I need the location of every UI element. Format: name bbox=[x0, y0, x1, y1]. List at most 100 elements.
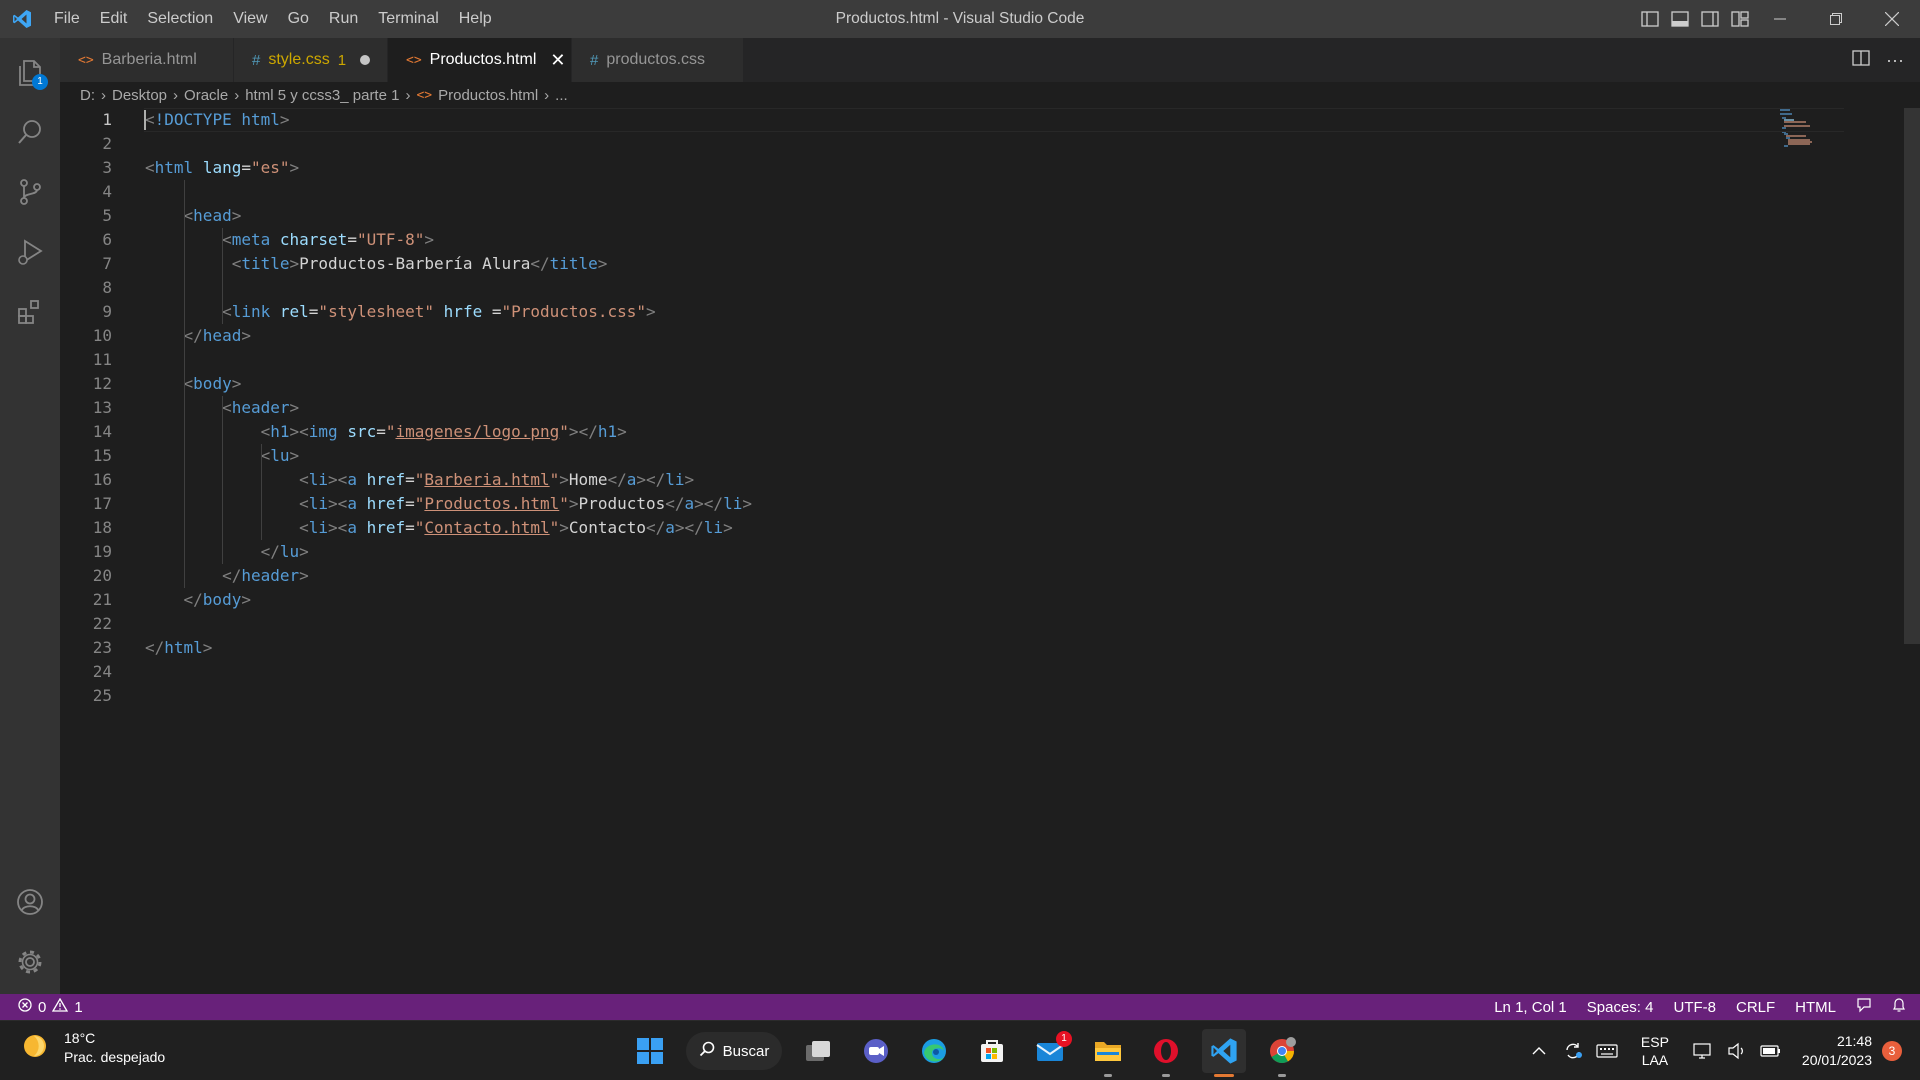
problems-indicator[interactable]: 0 1 bbox=[0, 997, 83, 1016]
battery-icon[interactable] bbox=[1754, 1044, 1788, 1058]
code-line[interactable]: 5 <head> bbox=[60, 204, 1760, 228]
breadcrumb-item[interactable]: Desktop bbox=[112, 87, 167, 104]
edge-browser-icon[interactable] bbox=[912, 1029, 956, 1073]
split-editor-icon[interactable] bbox=[1852, 49, 1870, 71]
mail-icon[interactable]: 1 bbox=[1028, 1029, 1072, 1073]
breadcrumb-item[interactable]: html 5 y ccss3_ parte 1 bbox=[245, 87, 399, 104]
taskbar-search[interactable]: Buscar bbox=[686, 1032, 782, 1070]
code-line[interactable]: 7 <title>Productos-Barbería Alura</title… bbox=[60, 252, 1760, 276]
menu-edit[interactable]: Edit bbox=[90, 0, 138, 38]
toggle-primary-sidebar-icon[interactable] bbox=[1640, 9, 1660, 29]
weather-sun-icon bbox=[22, 1031, 52, 1066]
keyboard-icon[interactable] bbox=[1590, 1044, 1624, 1058]
tab-style-css[interactable]: # style.css 1 bbox=[234, 38, 388, 82]
code-line[interactable]: 21 </body> bbox=[60, 588, 1760, 612]
weather-widget[interactable]: 18°C Prac. despejado bbox=[22, 1029, 165, 1067]
layout-controls bbox=[1640, 0, 1750, 38]
toggle-panel-icon[interactable] bbox=[1670, 9, 1690, 29]
breadcrumb-item[interactable]: Productos.html bbox=[438, 87, 538, 104]
task-view-icon[interactable] bbox=[796, 1029, 840, 1073]
code-line[interactable]: 1 <!DOCTYPE html> bbox=[60, 108, 1844, 132]
code-line[interactable]: 6 <meta charset="UTF-8"> bbox=[60, 228, 1760, 252]
code-line[interactable]: 17 <li><a href="Productos.html">Producto… bbox=[60, 492, 1760, 516]
run-debug-icon[interactable] bbox=[0, 222, 60, 282]
code-line[interactable]: 16 <li><a href="Barberia.html">Home</a><… bbox=[60, 468, 1760, 492]
code-line[interactable]: 24 bbox=[60, 660, 1760, 684]
volume-icon[interactable] bbox=[1720, 1042, 1754, 1060]
status-right: Ln 1, Col 1 Spaces: 4 UTF-8 CRLF HTML bbox=[1494, 994, 1906, 1020]
code-line[interactable]: 23 </html> bbox=[60, 636, 1760, 660]
more-actions-icon[interactable]: ··· bbox=[1886, 50, 1904, 71]
code-line[interactable]: 8 bbox=[60, 276, 1760, 300]
restore-icon[interactable] bbox=[1808, 0, 1864, 38]
minimize-icon[interactable] bbox=[1752, 0, 1808, 38]
unsaved-dot-icon[interactable] bbox=[360, 55, 371, 65]
line-number: 19 bbox=[92, 542, 112, 561]
indentation[interactable]: Spaces: 4 bbox=[1587, 999, 1654, 1016]
code-line[interactable]: 18 <li><a href="Contacto.html">Contacto<… bbox=[60, 516, 1760, 540]
tab-productos-css[interactable]: # productos.css bbox=[572, 38, 744, 82]
chrome-browser-icon[interactable] bbox=[1260, 1029, 1304, 1077]
extensions-icon[interactable] bbox=[0, 282, 60, 342]
language-code: ESP bbox=[1640, 1034, 1669, 1050]
code-line[interactable]: 25 bbox=[60, 684, 1760, 708]
end-of-line[interactable]: CRLF bbox=[1736, 999, 1775, 1016]
code-line[interactable]: 11 bbox=[60, 348, 1760, 372]
system-clock[interactable]: 21:48 20/01/2023 bbox=[1802, 1032, 1872, 1070]
code-line[interactable]: 2 bbox=[60, 132, 1760, 156]
microsoft-store-icon[interactable] bbox=[970, 1029, 1014, 1073]
code-line[interactable]: 4 bbox=[60, 180, 1760, 204]
editor-scrollbar[interactable] bbox=[1904, 108, 1920, 644]
breadcrumb-item[interactable]: D: bbox=[80, 87, 95, 104]
code-line[interactable]: 19 </lu> bbox=[60, 540, 1760, 564]
customize-layout-icon[interactable] bbox=[1730, 9, 1750, 29]
code-line[interactable]: 20 </header> bbox=[60, 564, 1760, 588]
code-line[interactable]: 9 <link rel="stylesheet" hrfe ="Producto… bbox=[60, 300, 1760, 324]
input-language[interactable]: ESP LAA bbox=[1630, 1033, 1680, 1069]
code-line[interactable]: 10 </head> bbox=[60, 324, 1760, 348]
opera-browser-icon[interactable] bbox=[1144, 1029, 1188, 1077]
network-icon[interactable] bbox=[1686, 1042, 1720, 1060]
explorer-icon[interactable]: 1 bbox=[0, 42, 60, 102]
cursor-position[interactable]: Ln 1, Col 1 bbox=[1494, 999, 1567, 1016]
language-mode[interactable]: HTML bbox=[1795, 999, 1836, 1016]
menu-file[interactable]: File bbox=[44, 0, 90, 38]
bell-icon[interactable] bbox=[1892, 997, 1906, 1017]
code-text: </html> bbox=[145, 638, 213, 657]
breadcrumb-item[interactable]: Oracle bbox=[184, 87, 228, 104]
code-line[interactable]: 3 <html lang="es"> bbox=[60, 156, 1760, 180]
notification-center-badge[interactable]: 3 bbox=[1882, 1041, 1902, 1061]
close-window-icon[interactable] bbox=[1864, 0, 1920, 38]
breadcrumb-item[interactable]: ... bbox=[555, 87, 568, 104]
code-line[interactable]: 22 bbox=[60, 612, 1760, 636]
code-editor[interactable]: 1 <!DOCTYPE html> 2 3 <html lang="es"> 4 5 <he… bbox=[60, 108, 1920, 994]
editor-actions: ··· bbox=[1852, 38, 1904, 82]
accounts-icon[interactable] bbox=[0, 872, 60, 932]
tab-barberia-html[interactable]: <> Barberia.html bbox=[60, 38, 234, 82]
menu-help[interactable]: Help bbox=[449, 0, 502, 38]
file-encoding[interactable]: UTF-8 bbox=[1673, 999, 1716, 1016]
sync-icon[interactable] bbox=[1556, 1042, 1590, 1060]
close-tab-icon[interactable]: ✕ bbox=[550, 50, 565, 71]
chevron-up-icon[interactable] bbox=[1522, 1046, 1556, 1056]
teams-chat-icon[interactable] bbox=[854, 1029, 898, 1073]
windows-start-icon[interactable] bbox=[628, 1029, 672, 1073]
file-explorer-icon[interactable] bbox=[1086, 1029, 1130, 1077]
code-line[interactable]: 12 <body> bbox=[60, 372, 1760, 396]
feedback-icon[interactable] bbox=[1856, 997, 1872, 1017]
menu-go[interactable]: Go bbox=[278, 0, 319, 38]
settings-gear-icon[interactable] bbox=[0, 932, 60, 992]
menu-view[interactable]: View bbox=[223, 0, 277, 38]
code-line[interactable]: 15 <lu> bbox=[60, 444, 1760, 468]
menu-selection[interactable]: Selection bbox=[137, 0, 223, 38]
menu-run[interactable]: Run bbox=[319, 0, 368, 38]
chevron-right-icon: › bbox=[101, 86, 106, 104]
toggle-secondary-sidebar-icon[interactable] bbox=[1700, 9, 1720, 29]
menu-terminal[interactable]: Terminal bbox=[368, 0, 448, 38]
search-icon[interactable] bbox=[0, 102, 60, 162]
vscode-taskbar-icon[interactable] bbox=[1202, 1029, 1246, 1077]
code-line[interactable]: 14 <h1><img src="imagenes/logo.png"></h1… bbox=[60, 420, 1760, 444]
source-control-icon[interactable] bbox=[0, 162, 60, 222]
tab-productos-html[interactable]: <> Productos.html ✕ bbox=[388, 38, 572, 82]
code-line[interactable]: 13 <header> bbox=[60, 396, 1760, 420]
